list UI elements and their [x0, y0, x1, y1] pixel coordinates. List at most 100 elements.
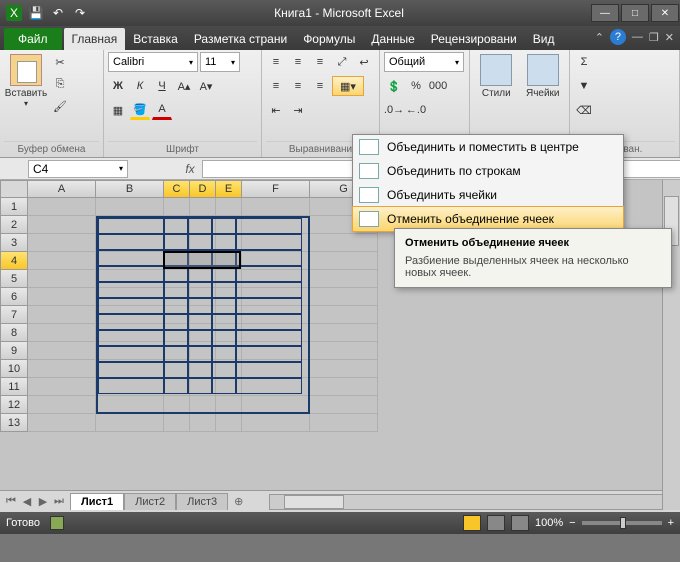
tab-review[interactable]: Рецензировани [423, 28, 525, 50]
row-header[interactable]: 3 [0, 234, 28, 252]
cell[interactable] [190, 270, 216, 288]
align-center-icon[interactable]: ≡ [288, 76, 308, 96]
cell[interactable] [216, 270, 242, 288]
sheet-first-icon[interactable]: ⏮ [4, 495, 18, 508]
tab-page-layout[interactable]: Разметка страни [186, 28, 295, 50]
cells-area[interactable] [28, 198, 378, 432]
cell[interactable] [310, 288, 378, 306]
doc-close-icon[interactable]: ✕ [665, 31, 674, 44]
cell[interactable] [96, 234, 164, 252]
cell[interactable] [28, 288, 96, 306]
cell[interactable] [242, 234, 310, 252]
format-painter-icon[interactable]: 🖌 [50, 96, 70, 116]
column-header[interactable]: D [190, 180, 216, 198]
sheet-next-icon[interactable]: ▶ [36, 495, 50, 508]
comma-icon[interactable]: 000 [428, 76, 448, 96]
cell[interactable] [190, 360, 216, 378]
cell[interactable] [96, 324, 164, 342]
merge-cells-item[interactable]: Объединить ячейки [353, 183, 623, 207]
cell[interactable] [96, 252, 164, 270]
cell[interactable] [28, 360, 96, 378]
row-header[interactable]: 10 [0, 360, 28, 378]
row-header[interactable]: 6 [0, 288, 28, 306]
align-left-icon[interactable]: ≡ [266, 76, 286, 96]
underline-icon[interactable]: Ч [152, 76, 172, 96]
cell[interactable] [190, 414, 216, 432]
cell[interactable] [28, 216, 96, 234]
cell[interactable] [190, 342, 216, 360]
cell[interactable] [28, 342, 96, 360]
cell[interactable] [310, 306, 378, 324]
cell[interactable] [216, 396, 242, 414]
cell[interactable] [96, 198, 164, 216]
wrap-text-icon[interactable]: ↩ [354, 52, 374, 72]
shrink-font-icon[interactable]: A▾ [196, 76, 216, 96]
cell[interactable] [96, 270, 164, 288]
name-box[interactable]: C4▾ [28, 160, 128, 178]
new-sheet-icon[interactable]: ⊕ [228, 495, 249, 508]
normal-view-icon[interactable] [463, 515, 481, 531]
font-color-icon[interactable]: A [152, 100, 172, 120]
cell[interactable] [216, 324, 242, 342]
column-header[interactable]: A [28, 180, 96, 198]
fx-icon[interactable]: fx [178, 162, 202, 176]
row-header[interactable]: 12 [0, 396, 28, 414]
cell[interactable] [28, 378, 96, 396]
cell[interactable] [310, 234, 378, 252]
merge-cells-button[interactable]: ▦▾ [332, 76, 364, 96]
redo-icon[interactable]: ↷ [72, 5, 88, 21]
zoom-in-icon[interactable]: + [668, 517, 674, 529]
cell[interactable] [242, 198, 310, 216]
sheet-last-icon[interactable]: ⏭ [52, 495, 66, 508]
currency-icon[interactable]: 💲 [384, 76, 404, 96]
autosum-icon[interactable]: Σ [574, 52, 594, 72]
cell[interactable] [216, 378, 242, 396]
cell[interactable] [164, 270, 190, 288]
zoom-out-icon[interactable]: − [569, 517, 575, 529]
row-header[interactable]: 1 [0, 198, 28, 216]
cell[interactable] [190, 396, 216, 414]
tab-home[interactable]: Главная [64, 28, 126, 50]
cell[interactable] [164, 288, 190, 306]
sheet-tab-3[interactable]: Лист3 [176, 493, 228, 510]
cell[interactable] [242, 342, 310, 360]
cell[interactable] [190, 198, 216, 216]
cell[interactable] [310, 252, 378, 270]
decrease-indent-icon[interactable]: ⇤ [266, 100, 286, 120]
tab-insert[interactable]: Вставка [125, 28, 186, 50]
cell[interactable] [96, 360, 164, 378]
cell[interactable] [28, 306, 96, 324]
cell[interactable] [216, 234, 242, 252]
cell[interactable] [164, 216, 190, 234]
cell[interactable] [216, 288, 242, 306]
zoom-thumb[interactable] [620, 517, 626, 529]
close-button[interactable]: ✕ [651, 4, 679, 22]
row-header[interactable]: 13 [0, 414, 28, 432]
decrease-decimal-icon[interactable]: ←.0 [406, 100, 426, 120]
cut-icon[interactable]: ✂ [50, 52, 70, 72]
fill-icon[interactable]: ▼ [574, 76, 594, 96]
cell[interactable] [190, 324, 216, 342]
align-right-icon[interactable]: ≡ [310, 76, 330, 96]
cell[interactable] [242, 288, 310, 306]
cell[interactable] [164, 378, 190, 396]
align-top-icon[interactable]: ≡ [266, 52, 286, 72]
copy-icon[interactable]: ⎘ [50, 74, 70, 94]
minimize-button[interactable]: — [591, 4, 619, 22]
cell[interactable] [28, 252, 96, 270]
cell[interactable] [216, 306, 242, 324]
cell[interactable] [310, 270, 378, 288]
row-header[interactable]: 4 [0, 252, 28, 270]
row-header[interactable]: 7 [0, 306, 28, 324]
merge-across-item[interactable]: Объединить по строкам [353, 159, 623, 183]
row-header[interactable]: 9 [0, 342, 28, 360]
bold-icon[interactable]: Ж [108, 76, 128, 96]
cell[interactable] [96, 288, 164, 306]
cell[interactable] [28, 324, 96, 342]
tab-formulas[interactable]: Формулы [295, 28, 363, 50]
cell[interactable] [164, 414, 190, 432]
clear-icon[interactable]: ⌫ [574, 100, 594, 120]
cell[interactable] [242, 252, 310, 270]
page-break-view-icon[interactable] [511, 515, 529, 531]
cell[interactable] [216, 414, 242, 432]
